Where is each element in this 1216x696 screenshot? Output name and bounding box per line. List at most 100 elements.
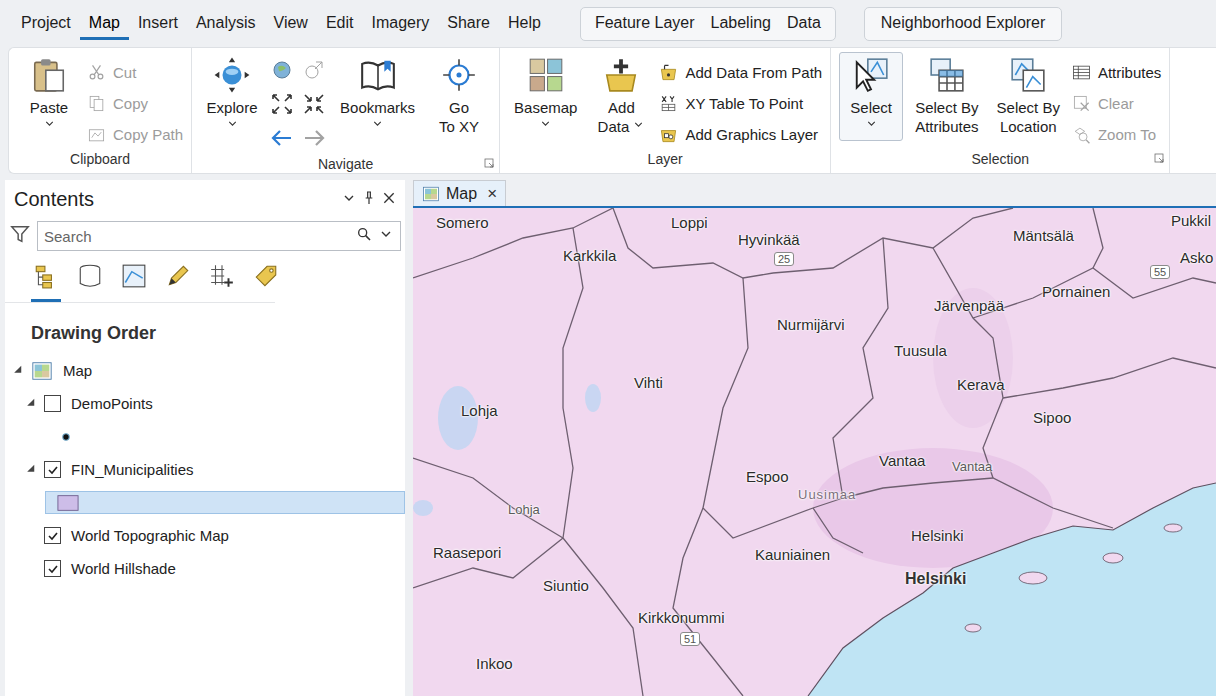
edit-pencil-icon — [165, 263, 191, 289]
ribbon-large-button[interactable]: Select ByLocation — [991, 52, 1066, 139]
chevron-down-icon — [43, 117, 56, 130]
ribbon-small-button[interactable]: Zoom To — [1072, 120, 1161, 148]
chevron-down-icon — [378, 226, 394, 242]
menu-tab[interactable]: Help — [499, 8, 550, 40]
point-symbol-icon — [55, 426, 77, 448]
navigate-tool-button[interactable] — [302, 126, 328, 154]
arcgis-pro-window: ProjectMapInsertAnalysisViewEditImageryS… — [0, 0, 1216, 696]
ribbon-small-button[interactable]: Copy — [87, 89, 183, 117]
layer-checkbox[interactable] — [44, 395, 61, 412]
menu-tab[interactable]: Imagery — [362, 8, 438, 40]
map-drawing — [413, 208, 1216, 696]
layer-checkbox[interactable] — [44, 461, 61, 478]
menu-tab[interactable]: Insert — [129, 8, 187, 40]
label-edit-field[interactable] — [45, 491, 405, 514]
bookmarks-book-icon — [359, 56, 397, 94]
menu-tab[interactable]: View — [265, 8, 317, 40]
addin-tab[interactable]: Neighborhood Explorer — [873, 10, 1054, 37]
map-label: Vantaa — [952, 459, 992, 474]
data-source-icon — [77, 263, 103, 289]
group-label: Navigate — [200, 154, 491, 174]
map-label: Pornainen — [1042, 283, 1110, 300]
tree-row[interactable]: Map — [5, 354, 405, 387]
navigate-tool-button[interactable] — [302, 58, 328, 86]
graphics-layer-icon — [659, 125, 678, 144]
contextual-tab[interactable]: Data — [779, 10, 829, 37]
ribbon-small-button[interactable]: XY Table To Point — [659, 89, 822, 117]
ribbon-group: Basemap AddData Add Data From Path XY Ta… — [500, 48, 831, 173]
ribbon-large-button[interactable]: Explore — [200, 52, 264, 141]
group-label: Clipboard — [17, 149, 183, 171]
ribbon-large-button[interactable]: Select — [839, 52, 903, 141]
pane-menu-button[interactable] — [341, 190, 357, 210]
group-label: Layer — [508, 149, 822, 171]
menu-tab[interactable]: Share — [438, 8, 499, 40]
button-label: Select By — [915, 98, 978, 117]
ribbon-large-button[interactable]: Select ByAttributes — [909, 52, 984, 139]
expander[interactable] — [13, 365, 25, 377]
copy-icon — [87, 94, 106, 113]
map-label: Mäntsälä — [1013, 227, 1074, 244]
contextual-tab[interactable]: Feature Layer — [587, 10, 703, 37]
copy-path-icon — [87, 125, 106, 144]
ribbon-group: Select Select ByAttributes Select ByLoca… — [831, 48, 1170, 173]
view-button[interactable] — [163, 261, 193, 302]
view-button[interactable] — [75, 261, 105, 302]
map-label: Kirkkonummi — [638, 609, 725, 626]
expander[interactable] — [26, 530, 38, 542]
pin-button[interactable] — [361, 190, 377, 210]
contextual-tab[interactable]: Labeling — [703, 10, 780, 37]
chevron-down-icon — [865, 117, 878, 130]
layer-checkbox[interactable] — [44, 527, 61, 544]
expander[interactable] — [37, 431, 49, 443]
map-label: Lohja — [508, 502, 540, 517]
map-canvas[interactable]: SomeroLoppiHyvinkää25MäntsäläPukkilAsko5… — [413, 208, 1216, 696]
map-tab[interactable]: Map × — [413, 180, 506, 206]
filter-button[interactable] — [9, 223, 31, 249]
tree-row[interactable]: FIN_Municipalities — [5, 453, 405, 486]
navigate-tool-button[interactable] — [270, 126, 296, 154]
map-label: Asko — [1180, 249, 1213, 266]
ribbon-large-button[interactable]: Paste — [17, 52, 81, 141]
ribbon-large-button[interactable]: Basemap — [508, 52, 583, 141]
navigate-tool-button[interactable] — [270, 58, 296, 86]
view-button[interactable] — [119, 261, 149, 302]
expander[interactable] — [26, 398, 38, 410]
view-button[interactable] — [31, 261, 61, 302]
ribbon-large-button[interactable]: GoTo XY — [427, 52, 491, 139]
layer-checkbox[interactable] — [44, 560, 61, 577]
ribbon-small-button[interactable]: Cut — [87, 58, 183, 86]
tree-row[interactable] — [5, 420, 405, 453]
menu-tab[interactable]: Analysis — [187, 8, 265, 40]
ribbon-small-button[interactable]: Add Graphics Layer — [659, 120, 822, 148]
navigate-tool-button[interactable] — [270, 92, 296, 120]
tree-row[interactable]: World Topographic Map — [5, 519, 405, 552]
map-frame-icon — [31, 360, 53, 382]
expander[interactable] — [26, 464, 38, 476]
ribbon-small-button[interactable]: Attributes — [1072, 58, 1161, 86]
ribbon-large-button[interactable]: Bookmarks — [334, 52, 421, 141]
map-label: Hyvinkää — [738, 231, 800, 248]
tree-row[interactable]: World Hillshade — [5, 552, 405, 585]
navigate-tool-button[interactable] — [302, 92, 328, 120]
ribbon-large-button[interactable]: AddData — [589, 52, 653, 139]
menu-tab[interactable]: Edit — [317, 8, 363, 40]
close-button[interactable] — [381, 190, 397, 210]
map-view: Map × SomeroLoppiHyvinkää25MäntsäläPukki… — [413, 180, 1216, 696]
map-label: 51 — [680, 632, 700, 646]
close-tab-button[interactable]: × — [487, 184, 497, 204]
zoom-to-icon — [1072, 125, 1091, 144]
tree-row[interactable]: DemoPoints — [5, 387, 405, 420]
menu-tab[interactable]: Map — [80, 8, 129, 40]
view-button[interactable] — [207, 261, 237, 302]
ribbon-small-button[interactable]: Add Data From Path — [659, 58, 822, 86]
menu-tab[interactable]: Project — [12, 8, 80, 40]
ribbon-small-button[interactable]: Clear — [1072, 89, 1161, 117]
expander[interactable] — [26, 563, 38, 575]
view-button[interactable] — [251, 261, 281, 302]
ribbon-group — [1170, 48, 1216, 173]
tree-row[interactable] — [5, 486, 405, 519]
snapping-grid-icon — [209, 263, 235, 289]
ribbon-small-button[interactable]: Copy Path — [87, 120, 183, 148]
search-field[interactable]: Search — [37, 221, 401, 251]
